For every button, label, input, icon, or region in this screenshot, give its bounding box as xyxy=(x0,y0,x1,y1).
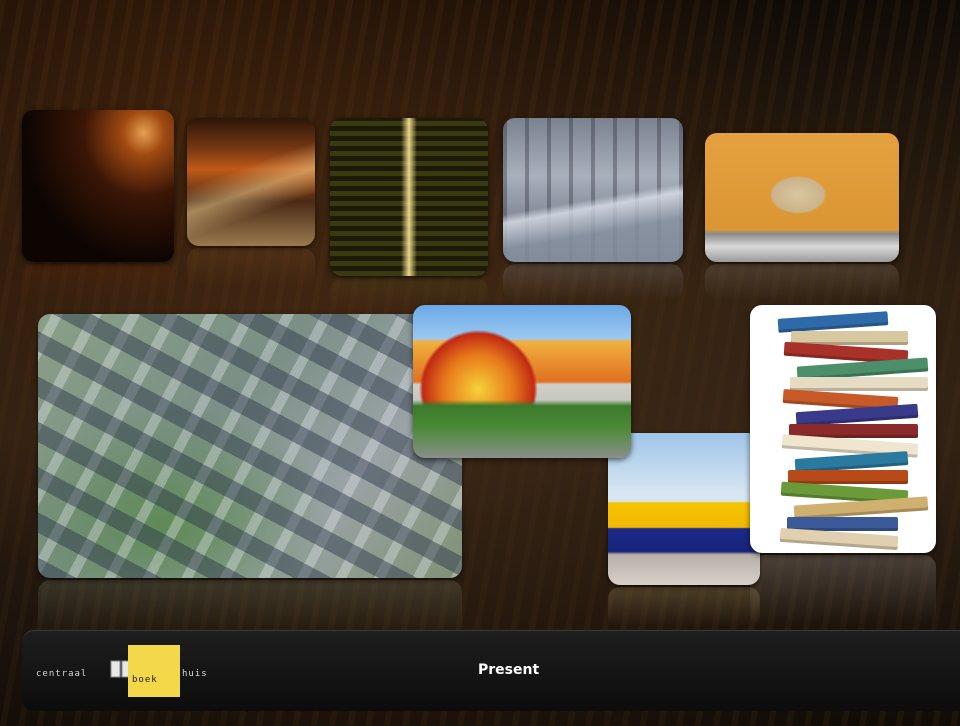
bottom-bar: centraal boek huis Present xyxy=(22,630,960,711)
slideshow-stage: centraal boek huis Present xyxy=(0,0,960,726)
book-spine xyxy=(790,377,928,391)
reflection xyxy=(187,248,315,288)
cardboard-box-conveyor-thumbnail[interactable] xyxy=(705,133,899,262)
centraal-boekhuis-logo: centraal boek huis xyxy=(36,645,216,697)
book-stack-photo[interactable] xyxy=(750,305,936,553)
reflection xyxy=(503,264,683,300)
reflection xyxy=(22,264,174,304)
delivery-truck-photo[interactable] xyxy=(608,433,760,585)
warehouse-dark-thumbnail[interactable] xyxy=(22,110,174,262)
conveyor-crates-thumbnail[interactable] xyxy=(187,118,315,246)
reflection xyxy=(38,580,462,636)
present-button[interactable]: Present xyxy=(478,662,539,678)
reflection xyxy=(330,278,488,308)
book-spine xyxy=(779,527,899,551)
logo-word-left: centraal xyxy=(36,669,88,679)
aerial-view-photo[interactable] xyxy=(38,314,462,578)
logo-word-box: boek xyxy=(132,675,158,685)
book-spine xyxy=(788,470,908,484)
sorting-machine-thumbnail[interactable] xyxy=(503,118,683,262)
building-mural-photo[interactable] xyxy=(413,305,631,458)
book-spine xyxy=(787,516,898,531)
logo-box xyxy=(128,645,180,697)
reflection xyxy=(705,264,899,300)
logo-word-right: huis xyxy=(182,669,208,679)
reflection xyxy=(750,555,936,625)
shelving-aisle-thumbnail[interactable] xyxy=(330,118,488,276)
reflection xyxy=(608,587,760,627)
